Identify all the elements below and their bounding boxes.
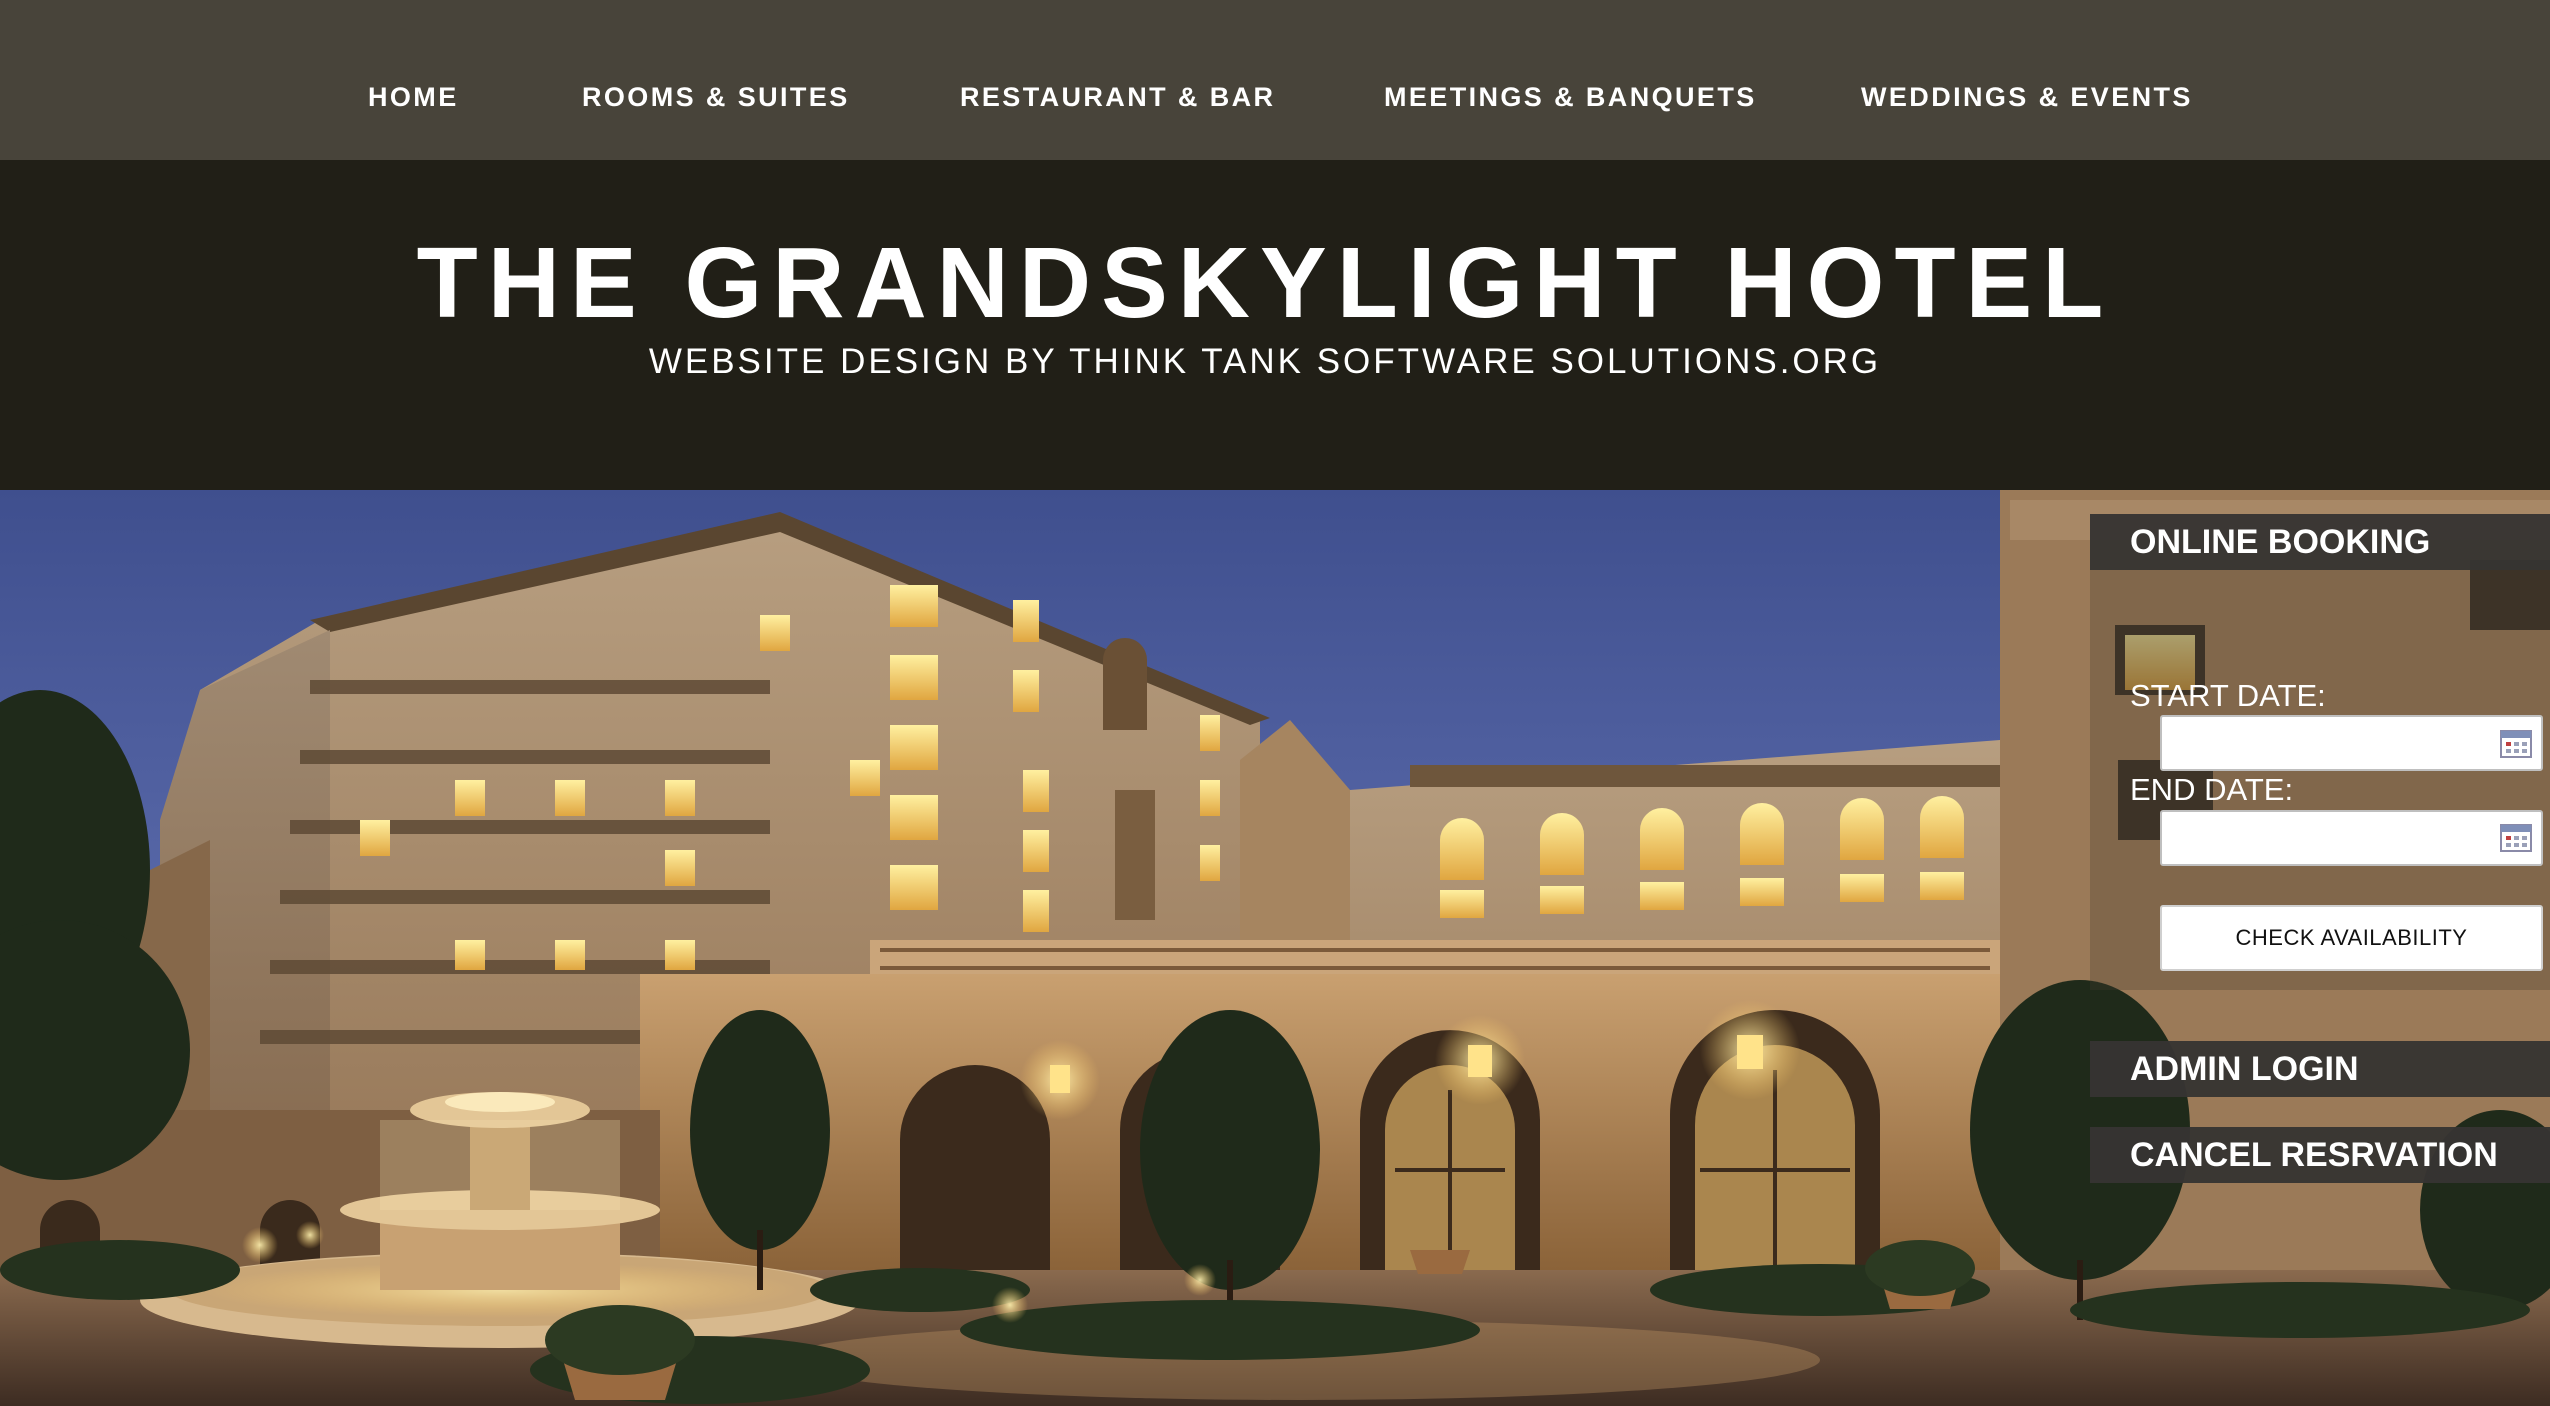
calendar-icon[interactable] <box>2500 822 2532 852</box>
check-availability-button[interactable]: CHECK AVAILABILITY <box>2160 905 2543 971</box>
end-date-label: END DATE: <box>2130 772 2294 807</box>
site-title: THE GRANDSKYLIGHT HOTEL <box>416 227 2114 339</box>
admin-login-button[interactable]: ADMIN LOGIN <box>2090 1041 2550 1097</box>
cancel-reservation-button[interactable]: CANCEL RESRVATION <box>2090 1127 2550 1183</box>
online-booking-heading: ONLINE BOOKING <box>2090 514 2550 570</box>
nav-meetings-banquets[interactable]: MEETINGS & BANQUETS <box>1384 82 1757 113</box>
start-date-label: START DATE: <box>2130 678 2326 713</box>
site-header: THE GRANDSKYLIGHT HOTEL WEBSITE DESIGN B… <box>0 160 2550 490</box>
nav-restaurant-bar[interactable]: RESTAURANT & BAR <box>960 82 1275 113</box>
start-date-input[interactable] <box>2160 715 2543 771</box>
site-subtitle: WEBSITE DESIGN BY THINK TANK SOFTWARE SO… <box>648 342 1882 381</box>
top-navigation: HOME ROOMS & SUITES RESTAURANT & BAR MEE… <box>0 0 2550 160</box>
nav-weddings-events[interactable]: WEDDINGS & EVENTS <box>1861 82 2193 113</box>
nav-home[interactable]: HOME <box>368 82 459 113</box>
calendar-icon[interactable] <box>2500 728 2532 758</box>
nav-rooms-suites[interactable]: ROOMS & SUITES <box>582 82 850 113</box>
end-date-input[interactable] <box>2160 810 2543 866</box>
